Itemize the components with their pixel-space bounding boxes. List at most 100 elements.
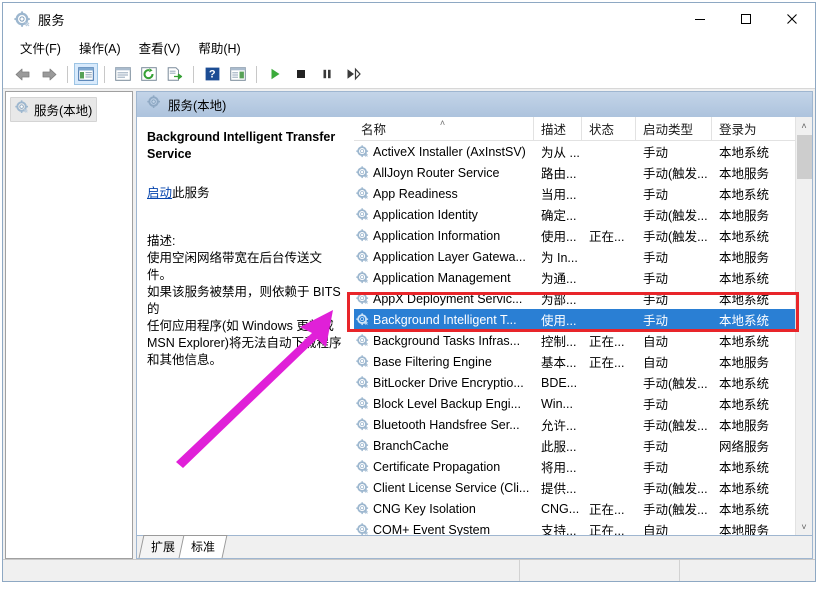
table-row[interactable]: ActiveX Installer (AxInstSV)为从 ...手动本地系统 bbox=[354, 141, 812, 162]
maximize-button[interactable] bbox=[723, 3, 769, 35]
result-pane-header: 服务(本地) bbox=[136, 91, 813, 117]
table-row[interactable]: AppX Deployment Servic...为部...手动本地系统 bbox=[354, 288, 812, 309]
forward-icon[interactable] bbox=[37, 63, 61, 85]
service-gear-icon bbox=[356, 250, 369, 263]
service-action-row: 启动此服务 bbox=[147, 182, 343, 201]
service-gear-icon bbox=[356, 481, 369, 494]
cell-name: CNG Key Isolation bbox=[354, 502, 534, 516]
column-status-label: 状态 bbox=[589, 119, 614, 138]
table-row[interactable]: Background Tasks Infras...控制...正在...自动本地… bbox=[354, 330, 812, 351]
menu-file[interactable]: 文件(F) bbox=[11, 35, 70, 60]
table-row[interactable]: AllJoyn Router Service路由...手动(触发...本地服务 bbox=[354, 162, 812, 183]
table-row[interactable]: Application Management为通...手动本地系统 bbox=[354, 267, 812, 288]
service-name-label: Background Intelligent T... bbox=[373, 313, 517, 327]
table-row[interactable]: Application Layer Gatewa...为 In...手动本地服务 bbox=[354, 246, 812, 267]
cell-description: 此服... bbox=[534, 436, 582, 455]
description-line: 和其他信息。 bbox=[147, 352, 343, 369]
cell-description: 为从 ... bbox=[534, 142, 582, 161]
service-name-label: Client License Service (Cli... bbox=[373, 481, 529, 495]
tree-node-services-local[interactable]: 服务(本地) bbox=[10, 97, 97, 122]
services-gear-icon bbox=[13, 10, 31, 28]
restart-service-icon[interactable] bbox=[341, 63, 365, 85]
cell-startup-type: 手动(触发... bbox=[636, 205, 712, 224]
cell-name: Block Level Backup Engi... bbox=[354, 397, 534, 411]
table-row[interactable]: Base Filtering Engine基本...正在...自动本地服务 bbox=[354, 351, 812, 372]
cell-name: Background Tasks Infras... bbox=[354, 334, 534, 348]
cell-status: 正在... bbox=[582, 226, 636, 245]
scrollbar-thumb[interactable] bbox=[797, 135, 812, 179]
menu-view[interactable]: 查看(V) bbox=[130, 35, 190, 60]
refresh-icon[interactable] bbox=[137, 63, 161, 85]
menu-help[interactable]: 帮助(H) bbox=[189, 35, 249, 60]
toolbar: ? bbox=[3, 60, 815, 89]
show-action-pane-icon[interactable] bbox=[226, 63, 250, 85]
table-row[interactable]: Bluetooth Handsfree Ser...允许...手动(触发...本… bbox=[354, 414, 812, 435]
cell-startup-type: 手动 bbox=[636, 310, 712, 329]
help-icon[interactable]: ? bbox=[200, 63, 224, 85]
status-cell-main bbox=[3, 560, 520, 581]
vertical-scrollbar[interactable]: ˄ ˅ bbox=[795, 117, 812, 535]
table-row[interactable]: App Readiness当用...手动本地系统 bbox=[354, 183, 812, 204]
show-hide-tree-icon[interactable] bbox=[74, 63, 98, 85]
service-name-label: Application Identity bbox=[373, 208, 478, 222]
window-body: 服务(本地) bbox=[3, 89, 815, 559]
service-name-label: Application Management bbox=[373, 271, 511, 285]
cell-description: BDE... bbox=[534, 376, 582, 390]
minimize-button[interactable] bbox=[677, 3, 723, 35]
service-gear-icon bbox=[356, 355, 369, 368]
menu-action[interactable]: 操作(A) bbox=[70, 35, 130, 60]
column-startup-type[interactable]: 启动类型 bbox=[636, 117, 712, 140]
cell-description: 控制... bbox=[534, 331, 582, 350]
column-status[interactable]: 状态 bbox=[582, 117, 636, 140]
cell-name: Application Management bbox=[354, 271, 534, 285]
service-detail-title: Background Intelligent Transfer Service bbox=[147, 129, 343, 163]
cell-description: Win... bbox=[534, 397, 582, 411]
service-name-label: BranchCache bbox=[373, 439, 449, 453]
list-header-row: 名称˄描述状态启动类型登录为 bbox=[354, 117, 812, 141]
description-line: MSN Explorer)将无法自动下载程序 bbox=[147, 335, 343, 352]
start-service-link[interactable]: 启动 bbox=[147, 186, 172, 200]
service-name-label: App Readiness bbox=[373, 187, 458, 201]
service-gear-icon bbox=[356, 187, 369, 200]
column-name[interactable]: 名称˄ bbox=[354, 117, 534, 140]
toolbar-separator bbox=[104, 66, 105, 83]
description-line: 使用空闲网络带宽在后台传送文件。 bbox=[147, 250, 343, 284]
stop-service-icon[interactable] bbox=[289, 63, 313, 85]
table-row[interactable]: BitLocker Drive Encryptio...BDE...手动(触发.… bbox=[354, 372, 812, 393]
close-button[interactable] bbox=[769, 3, 815, 35]
scroll-down-arrow[interactable]: ˅ bbox=[796, 518, 813, 535]
cell-description: 允许... bbox=[534, 415, 582, 434]
table-row[interactable]: Client License Service (Cli...提供...手动(触发… bbox=[354, 477, 812, 498]
service-gear-icon bbox=[356, 418, 369, 431]
properties-icon[interactable] bbox=[111, 63, 135, 85]
service-name-label: Base Filtering Engine bbox=[373, 355, 492, 369]
cell-status: 正在... bbox=[582, 331, 636, 350]
start-service-icon[interactable] bbox=[263, 63, 287, 85]
tab-standard[interactable]: 标准 bbox=[179, 535, 228, 558]
table-row[interactable]: COM+ Event System支持...正在...自动本地服务 bbox=[354, 519, 812, 535]
status-cell-secondary bbox=[520, 560, 680, 581]
service-name-label: AppX Deployment Servic... bbox=[373, 292, 522, 306]
table-row[interactable]: Application Information使用...正在...手动(触发..… bbox=[354, 225, 812, 246]
column-description[interactable]: 描述 bbox=[534, 117, 582, 140]
table-row-selected[interactable]: Background Intelligent T...使用...手动本地系统 bbox=[354, 309, 812, 330]
cell-status: 正在... bbox=[582, 499, 636, 518]
service-name-label: BitLocker Drive Encryptio... bbox=[373, 376, 524, 390]
tree-node-label: 服务(本地) bbox=[34, 100, 92, 119]
table-row[interactable]: Certificate Propagation将用...手动本地系统 bbox=[354, 456, 812, 477]
table-row[interactable]: Block Level Backup Engi...Win...手动本地系统 bbox=[354, 393, 812, 414]
service-gear-icon bbox=[356, 523, 369, 535]
table-row[interactable]: Application Identity确定...手动(触发...本地服务 bbox=[354, 204, 812, 225]
back-icon[interactable] bbox=[11, 63, 35, 85]
cell-name: COM+ Event System bbox=[354, 523, 534, 536]
table-row[interactable]: BranchCache此服...手动网络服务 bbox=[354, 435, 812, 456]
export-list-icon[interactable] bbox=[163, 63, 187, 85]
service-gear-icon bbox=[356, 271, 369, 284]
service-gear-icon bbox=[356, 292, 369, 305]
table-row[interactable]: CNG Key IsolationCNG...正在...手动(触发...本地系统 bbox=[354, 498, 812, 519]
window-controls bbox=[677, 3, 815, 35]
result-pane-title: 服务(本地) bbox=[168, 95, 226, 114]
result-pane: 服务(本地) Background Intelligent Transfer S… bbox=[136, 91, 813, 559]
pause-service-icon[interactable] bbox=[315, 63, 339, 85]
scroll-up-arrow[interactable]: ˄ bbox=[796, 117, 813, 134]
